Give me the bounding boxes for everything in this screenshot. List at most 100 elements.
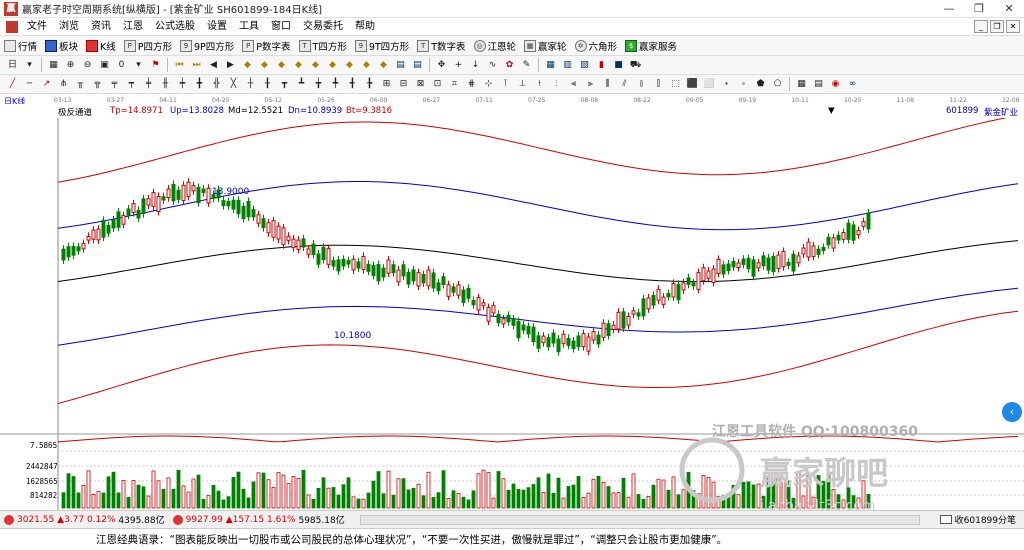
tool-icon[interactable]: ┼	[244, 78, 257, 91]
menu-browse[interactable]: 浏览	[53, 18, 85, 36]
mdi-close-button[interactable]: ✕	[1006, 20, 1020, 33]
chevron-down-icon[interactable]: ▾	[23, 59, 36, 72]
left-icon[interactable]: ◀	[207, 59, 220, 72]
table-icon[interactable]: ▦	[795, 78, 808, 91]
pointer-icon[interactable]: ✥	[435, 59, 448, 72]
maximize-button[interactable]: ❐	[964, 0, 994, 18]
tool-icon[interactable]: ⌗	[448, 78, 461, 91]
tool-icon[interactable]: ⬟	[754, 78, 767, 91]
tool-icon[interactable]: ╥	[74, 78, 87, 91]
table-icon[interactable]: ▤	[411, 59, 424, 72]
tool-icon[interactable]: ╇	[329, 78, 342, 91]
table-icon[interactable]: ▤	[394, 59, 407, 72]
tool-icon[interactable]: ⫷	[567, 78, 580, 91]
tool-icon[interactable]: ╤	[108, 78, 121, 91]
tool-icon[interactable]: ⊡	[431, 78, 444, 91]
calendar-icon[interactable]: ▦	[544, 59, 557, 72]
toolbar-winner-wheel[interactable]: ▦ 赢家轮	[520, 36, 571, 56]
mdi-restore-button[interactable]: ❐	[990, 20, 1004, 33]
tool-icon[interactable]: ╊	[363, 78, 376, 91]
menu-trade[interactable]: 交易委托	[297, 18, 349, 36]
tool-icon[interactable]: ╈	[312, 78, 325, 91]
kline-chart[interactable]: 13.9000 10.1800 7.5865 2442847 1628565 8…	[0, 118, 1024, 510]
diamond-icon[interactable]: ◆	[292, 59, 305, 72]
ray-icon[interactable]: ↗	[40, 78, 53, 91]
toolbar-t-square[interactable]: T T四方形	[295, 36, 351, 56]
diamond-icon[interactable]: ◆	[326, 59, 339, 72]
tool-icon[interactable]: ╉	[346, 78, 359, 91]
tool-icon[interactable]: ⊺	[499, 78, 512, 91]
value-dropdown[interactable]: 0	[115, 59, 128, 72]
mdi-minimize-button[interactable]: _	[974, 20, 988, 33]
infinity-icon[interactable]: ∞	[846, 78, 859, 91]
period-dropdown[interactable]: 日	[6, 59, 19, 72]
menu-window[interactable]: 窗口	[265, 18, 297, 36]
book-icon[interactable]: ▧	[578, 59, 591, 72]
side-arrow-button[interactable]: ‹	[1002, 402, 1022, 422]
tool-icon[interactable]: ⫿	[652, 78, 665, 91]
wave-icon[interactable]: ∿	[486, 59, 499, 72]
globe-icon[interactable]: ◉	[829, 78, 842, 91]
toolbar-quotes[interactable]: 行情	[0, 36, 41, 56]
tool-icon[interactable]: ⋕	[465, 78, 478, 91]
tool-icon[interactable]: ╳	[227, 78, 240, 91]
toolbar-t-table[interactable]: T T数字表	[413, 36, 469, 56]
pen-icon[interactable]: ✎	[520, 59, 533, 72]
close-button[interactable]: ✕	[994, 0, 1024, 18]
tool-icon[interactable]: ⊹	[482, 78, 495, 91]
cross-icon[interactable]: +	[452, 59, 465, 72]
zoom-in-icon[interactable]: ⊕	[64, 59, 77, 72]
tool-icon[interactable]: ╪	[142, 78, 155, 91]
next-icon[interactable]: ⏭	[190, 59, 203, 72]
bar-icon[interactable]: ▮	[595, 59, 608, 72]
diamond-icon[interactable]: ◆	[275, 59, 288, 72]
toolbar-kline[interactable]: K线	[82, 36, 120, 56]
tool-icon[interactable]: ┳	[278, 78, 291, 91]
pitchfork-icon[interactable]: ⋔	[57, 78, 70, 91]
tool-icon[interactable]: ⫸	[584, 78, 597, 91]
tool-icon[interactable]: ⬝	[720, 78, 733, 91]
chart-icon[interactable]: ▥	[561, 59, 574, 72]
tool-icon[interactable]: ⟊	[533, 78, 546, 91]
toolbar-p-table[interactable]: P P数字表	[238, 36, 294, 56]
mail-icon[interactable]	[939, 515, 952, 524]
menu-settings[interactable]: 设置	[201, 18, 233, 36]
grid-icon[interactable]: ▦	[47, 59, 60, 72]
minimize-button[interactable]: —	[934, 0, 964, 18]
toolbar-p-square[interactable]: P P四方形	[120, 36, 176, 56]
diamond-icon[interactable]: ◆	[377, 59, 390, 72]
first-icon[interactable]: ⏮	[173, 59, 186, 72]
menu-tools[interactable]: 工具	[233, 18, 265, 36]
tool-icon[interactable]: ⫽	[618, 78, 631, 91]
gift-icon[interactable]: ✿	[503, 59, 516, 72]
line-icon[interactable]: ─	[23, 78, 36, 91]
tool-icon[interactable]: ⫼	[601, 78, 614, 91]
tool-icon[interactable]: ╫	[159, 78, 172, 91]
tool-icon[interactable]: ╬	[210, 78, 223, 91]
tool-icon[interactable]: ┯	[125, 78, 138, 91]
tool-icon[interactable]: ⬞	[737, 78, 750, 91]
tool-icon[interactable]: ⬚	[669, 78, 682, 91]
diamond-icon[interactable]: ◆	[360, 59, 373, 72]
tool-icon[interactable]: ⬠	[771, 78, 784, 91]
diamond-icon[interactable]: ◆	[309, 59, 322, 72]
tool-icon[interactable]: ⬛	[686, 78, 699, 91]
square-icon[interactable]: ■	[612, 59, 625, 72]
diamond-icon[interactable]: ◆	[343, 59, 356, 72]
tool-icon[interactable]: ⫶	[550, 78, 563, 91]
menu-file[interactable]: 文件	[21, 18, 53, 36]
tool-icon[interactable]: ⊠	[414, 78, 427, 91]
toolbar-blocks[interactable]: 板块	[41, 36, 82, 56]
toolbar-hexagon[interactable]: ✡ 六角形	[571, 36, 622, 56]
menu-formula[interactable]: 公式选股	[149, 18, 201, 36]
tool-icon[interactable]: ┿	[176, 78, 189, 91]
menu-help[interactable]: 帮助	[349, 18, 381, 36]
chevron-down-icon[interactable]: ▾	[132, 59, 145, 72]
table-icon[interactable]: ▤	[812, 78, 825, 91]
right-icon[interactable]: ▶	[224, 59, 237, 72]
toolbar-service[interactable]: $ 赢家服务	[621, 36, 681, 56]
tool-icon[interactable]: ⬜	[703, 78, 716, 91]
menu-gann[interactable]: 江恩	[117, 18, 149, 36]
tool-icon[interactable]: ╦	[91, 78, 104, 91]
tool-icon[interactable]: ┻	[295, 78, 308, 91]
